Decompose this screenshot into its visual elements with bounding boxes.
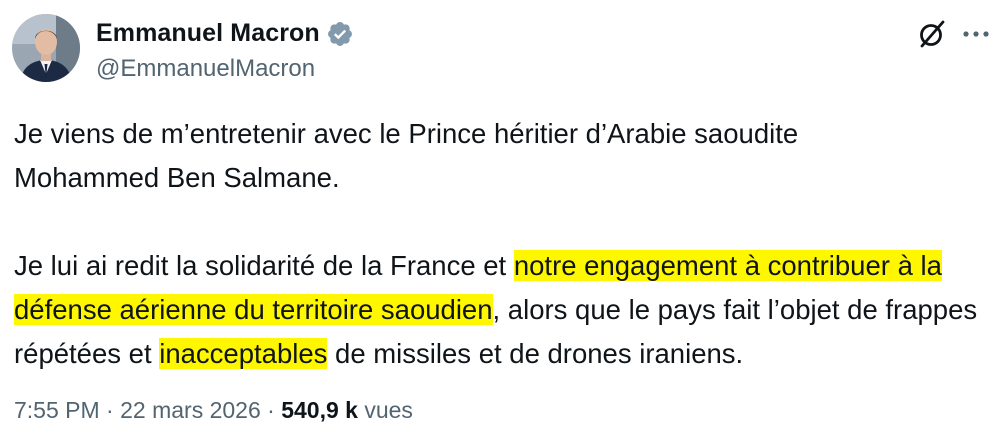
profile-photo-icon [12, 14, 80, 82]
tweet-text-segment: de missiles et de drones iraniens. [327, 338, 744, 369]
verified-badge-icon [326, 20, 354, 48]
tweet-date[interactable]: 22 mars 2026 [120, 397, 261, 423]
meta-separator: · [260, 397, 282, 423]
views-label: vues [357, 397, 413, 423]
tweet-paragraph-1: Je viens de m’entretenir avec le Prince … [14, 112, 989, 200]
more-icon[interactable] [959, 18, 993, 50]
tweet-text-line: Je viens de m’entretenir avec le Prince … [14, 118, 799, 149]
tweet-meta: 7:55 PM · 22 mars 2026 · 540,9 k vues [14, 397, 413, 424]
highlighted-text: inacceptables [159, 338, 328, 369]
avatar[interactable] [12, 14, 80, 82]
author-name-row: Emmanuel Macron [96, 19, 354, 48]
tweet-text-line: Mohammed Ben Salmane. [14, 162, 340, 193]
tweet-time[interactable]: 7:55 PM [14, 397, 100, 423]
meta-separator: · [99, 397, 121, 423]
display-name[interactable]: Emmanuel Macron [96, 19, 320, 48]
tweet-paragraph-2: Je lui ai redit la solidarité de la Fran… [14, 244, 989, 376]
tweet-card: Emmanuel Macron @EmmanuelMacron Je viens… [0, 0, 1000, 435]
tweet-text-segment: Je lui ai redit la solidarité de la Fran… [14, 250, 514, 281]
views-count: 540,9 k [281, 397, 358, 423]
tweet-text: Je viens de m’entretenir avec le Prince … [14, 112, 989, 376]
author-handle[interactable]: @EmmanuelMacron [96, 55, 315, 83]
grok-icon[interactable] [916, 18, 948, 50]
